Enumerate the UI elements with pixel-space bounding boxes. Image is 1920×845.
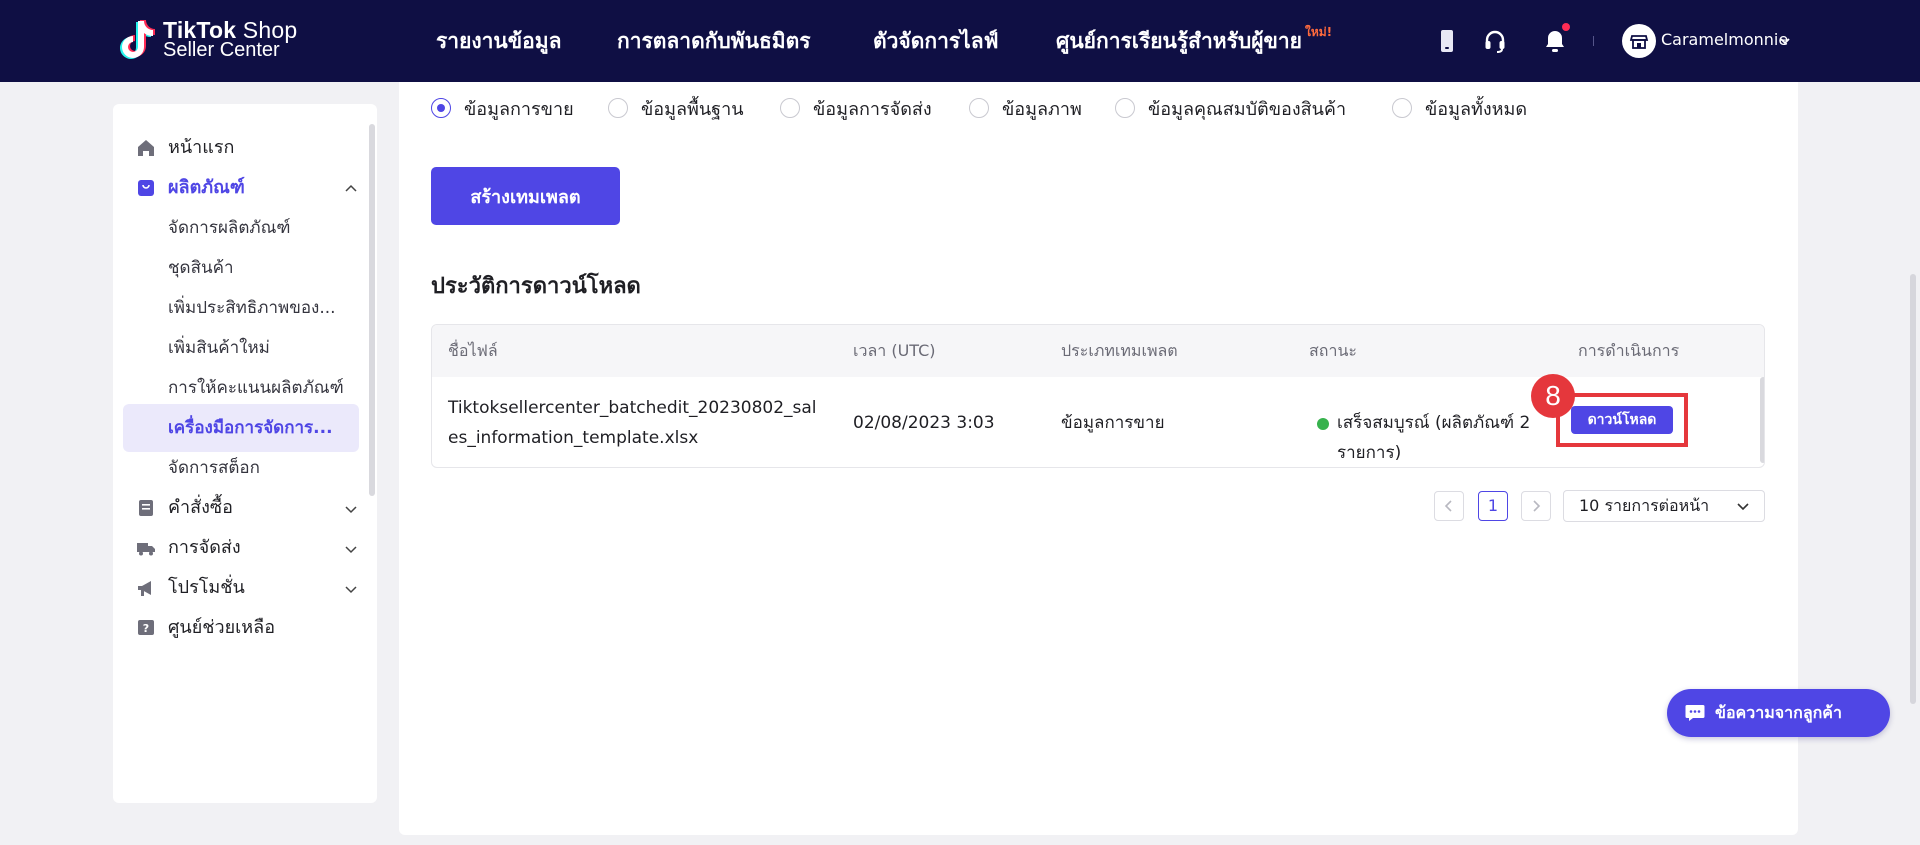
column-header-actions: การดำเนินการ	[1578, 341, 1680, 360]
pagination-page-1[interactable]: 1	[1478, 491, 1508, 521]
user-name[interactable]: Caramelmonnie	[1661, 30, 1788, 49]
chevron-down-icon	[345, 586, 357, 594]
radio-basic-info[interactable]: ข้อมูลพื้นฐาน	[608, 95, 744, 121]
column-header-status: สถานะ	[1309, 341, 1357, 360]
pagination-next-button[interactable]	[1521, 491, 1551, 521]
top-nav-bar: TikTok Shop Seller Center รายงานข้อมูล ก…	[0, 0, 1920, 82]
svg-text:?: ?	[143, 622, 149, 635]
page-size-select[interactable]: 10 รายการต่อหน้า	[1563, 490, 1765, 522]
page-scrollbar[interactable]	[1910, 274, 1916, 704]
help-icon: ?	[138, 620, 154, 635]
chevron-left-icon	[1444, 500, 1452, 512]
tiktok-shop-logo[interactable]: TikTok Shop Seller Center	[117, 18, 297, 62]
pagination-prev-button[interactable]	[1434, 491, 1464, 521]
megaphone-icon	[138, 581, 151, 596]
notification-dot	[1562, 23, 1570, 31]
chevron-right-icon	[1533, 500, 1541, 512]
download-highlight-box	[1556, 393, 1688, 447]
chevron-down-icon	[345, 546, 357, 554]
chevron-down-icon[interactable]	[1778, 34, 1792, 48]
create-template-button[interactable]: สร้างเทมเพลต	[431, 167, 620, 225]
document-icon	[139, 500, 153, 516]
table-scrollbar[interactable]	[1760, 377, 1764, 463]
column-header-time: เวลา (UTC)	[853, 341, 936, 360]
radio-image-info[interactable]: ข้อมูลภาพ	[969, 95, 1082, 121]
headset-icon[interactable]	[1480, 26, 1510, 56]
store-icon	[1629, 35, 1649, 49]
radio-sales-info[interactable]: ข้อมูลการขาย	[431, 95, 574, 121]
home-icon	[138, 140, 154, 156]
chevron-down-icon	[345, 506, 357, 514]
file-name-cell: Tiktoksellercenter_batchedit_20230802_sa…	[448, 398, 817, 448]
sidebar-item-help-center[interactable]: ? ศูนย์ช่วยเหลือ	[123, 604, 359, 652]
time-cell: 02/08/2023 3:03	[853, 413, 995, 433]
mobile-icon[interactable]	[1432, 26, 1462, 56]
status-cell: เสร็จสมบูรณ์ (ผลิตภัณฑ์ 2 รายการ)	[1337, 413, 1531, 463]
sidebar: หน้าแรก ผลิตภัณฑ์ จัดการผลิตภัณฑ์ ชุดสิน…	[113, 104, 377, 803]
shopping-bag-icon	[138, 180, 154, 196]
template-type-cell: ข้อมูลการขาย	[1061, 413, 1165, 433]
nav-seller-university[interactable]: ศูนย์การเรียนรู้สำหรับผู้ขาย ใหม่!	[1056, 0, 1332, 82]
chevron-up-icon	[345, 184, 357, 192]
nav-affiliate-marketing[interactable]: การตลาดกับพันธมิตร	[617, 0, 811, 82]
step-number-badge: 8	[1531, 374, 1575, 418]
truck-icon	[137, 543, 155, 556]
success-status-dot	[1317, 418, 1329, 430]
customer-messages-button[interactable]: ข้อความจากลูกค้า	[1667, 689, 1890, 737]
nav-data-report[interactable]: รายงานข้อมูล	[436, 0, 561, 82]
sidebar-scrollbar[interactable]	[369, 124, 375, 496]
chat-bubble-icon	[1685, 705, 1705, 721]
radio-attribute-info[interactable]: ข้อมูลคุณสมบัติของสินค้า	[1115, 95, 1346, 121]
column-header-file-name: ชื่อไฟล์	[448, 341, 498, 360]
radio-all-info[interactable]: ข้อมูลทั้งหมด	[1392, 95, 1527, 121]
header-divider	[1593, 36, 1594, 46]
nav-live-manager[interactable]: ตัวจัดการไลฟ์	[873, 0, 998, 82]
logo-subtitle: Seller Center	[163, 39, 280, 61]
radio-shipping-info[interactable]: ข้อมูลการจัดส่ง	[780, 95, 932, 121]
column-header-template-type: ประเภทเทมเพลต	[1061, 341, 1178, 360]
download-history-title: ประวัติการดาวน์โหลด	[431, 274, 641, 299]
store-avatar[interactable]	[1622, 24, 1656, 58]
chevron-down-icon	[1737, 503, 1749, 511]
table-header: ชื่อไฟล์ เวลา (UTC) ประเภทเทมเพลต สถานะ …	[432, 325, 1764, 377]
tiktok-logo-icon	[120, 20, 155, 59]
new-badge: ใหม่!	[1305, 24, 1333, 39]
